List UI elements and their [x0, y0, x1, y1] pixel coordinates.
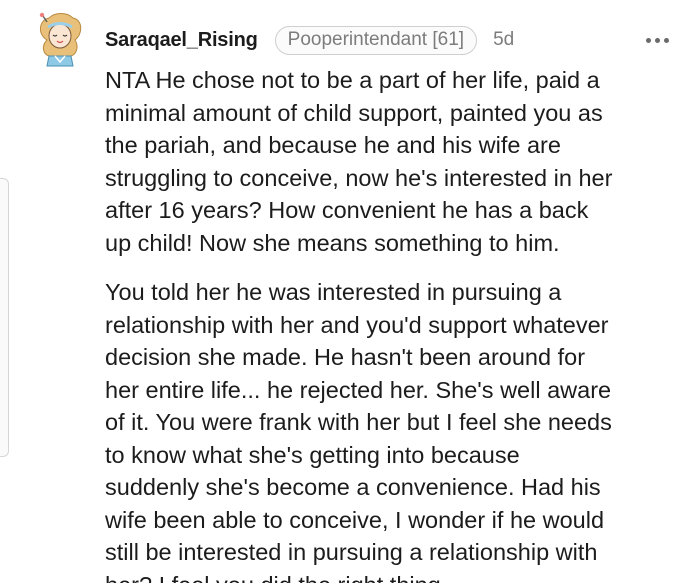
text-line: still be interested in pursuing a relati…	[105, 539, 598, 565]
more-options-icon[interactable]	[646, 35, 676, 45]
user-avatar[interactable]	[33, 10, 85, 68]
text-line: up child! Now she means something to him…	[105, 229, 560, 256]
thread-collapse-bar[interactable]	[0, 178, 9, 457]
text-line: suddenly she's become a convenience. Had…	[105, 474, 601, 500]
text-line: the pariah, and because he and his wife …	[105, 132, 561, 158]
text-line: relationship with her and you'd support …	[105, 311, 609, 338]
text-line: after 16 years? How convenient he has a …	[105, 197, 589, 223]
comment-paragraph: NTA He chose not to be a part of her lif…	[105, 64, 680, 259]
comment-body: NTA He chose not to be a part of her lif…	[105, 64, 680, 583]
comment-paragraph: You told her he was interested in pursui…	[105, 276, 680, 583]
text-line: of it. You were frank with her but I fee…	[105, 409, 612, 435]
comment-age: 5d	[493, 29, 515, 50]
text-line: NTA He chose not to be a part of her lif…	[105, 67, 600, 93]
text-line: struggling to conceive, now he's interes…	[105, 164, 613, 191]
text-line: wife been able to conceive, I wonder if …	[105, 506, 605, 533]
text-line: decision she made. He hasn't been around…	[105, 344, 586, 370]
text-line: her entire life... he rejected her. She'…	[105, 376, 612, 403]
text-line: to know what she's getting into because	[105, 441, 520, 468]
text-line: her? I feel you did the right thing.	[105, 569, 680, 583]
text-line: minimal amount of child support, painted…	[105, 99, 603, 126]
comment: Saraqael_Rising Pooperintendant [61] 5d …	[0, 0, 700, 583]
comment-header: Saraqael_Rising Pooperintendant [61] 5d	[105, 24, 514, 56]
user-flair: Pooperintendant [61]	[274, 25, 478, 55]
username[interactable]: Saraqael_Rising	[105, 29, 258, 52]
text-line: You told her he was interested in pursui…	[105, 279, 562, 305]
